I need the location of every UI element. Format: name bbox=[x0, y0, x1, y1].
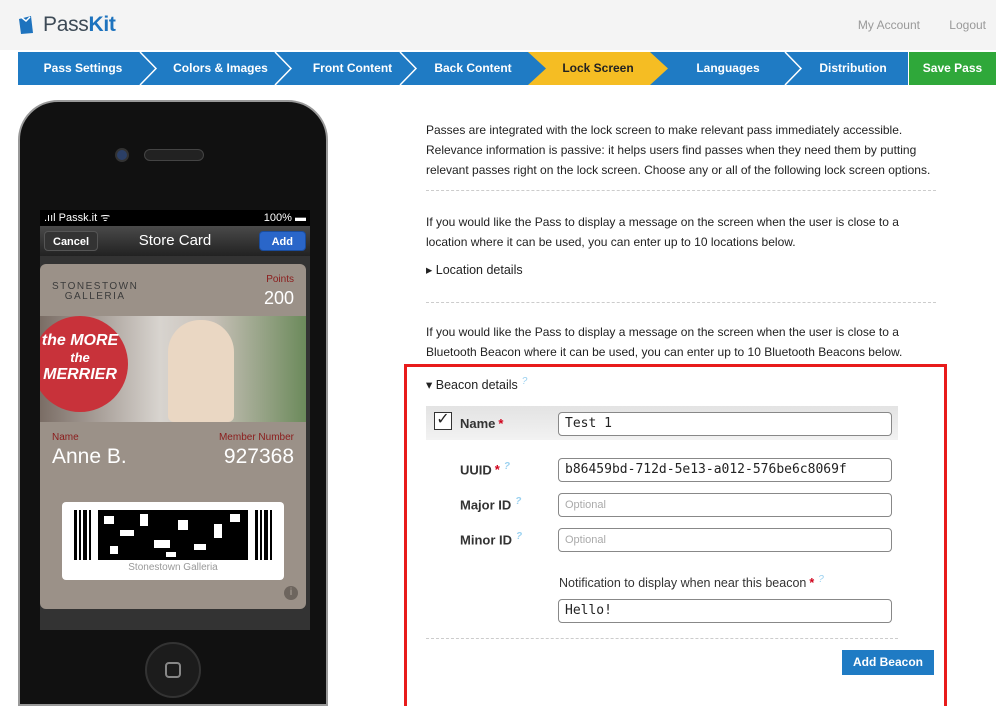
name-value: Anne B. bbox=[52, 445, 127, 468]
step-distribution[interactable]: Distribution bbox=[798, 52, 908, 85]
passkit-logo-icon bbox=[19, 16, 33, 34]
points-label: Points bbox=[266, 274, 294, 285]
beacon-description: If you would like the Pass to display a … bbox=[426, 325, 903, 359]
major-id-label: Major ID? bbox=[460, 496, 522, 513]
member-number-value: 927368 bbox=[223, 445, 294, 468]
battery-label: 100% ▬ bbox=[263, 212, 306, 224]
step-lock-screen[interactable]: Lock Screen bbox=[528, 52, 668, 85]
notification-input[interactable]: Hello! bbox=[558, 599, 892, 623]
home-button bbox=[145, 642, 201, 698]
camera-icon bbox=[115, 148, 129, 162]
location-description: If you would like the Pass to display a … bbox=[426, 215, 899, 249]
pass-strip-image: the MORE the MERRIER bbox=[40, 316, 306, 422]
wizard-steps: Pass Settings Colors & Images Front Cont… bbox=[18, 52, 908, 85]
step-colors-images[interactable]: Colors & Images bbox=[158, 52, 283, 85]
help-icon[interactable]: ? bbox=[515, 496, 521, 507]
uuid-input[interactable]: b86459bd-712d-5e13-a012-576be6c8069f bbox=[558, 458, 892, 482]
help-icon[interactable]: ? bbox=[522, 376, 528, 387]
add-beacon-button[interactable]: Add Beacon bbox=[842, 650, 934, 675]
add-button[interactable]: Add bbox=[258, 231, 306, 251]
my-account-link[interactable]: My Account bbox=[858, 18, 920, 32]
beacon-details-toggle[interactable]: ▾ Beacon details? bbox=[426, 376, 527, 392]
divider bbox=[426, 638, 898, 639]
logo-text: PassKit bbox=[43, 13, 116, 36]
notification-label: Notification to display when near this b… bbox=[559, 574, 824, 591]
uuid-label: UUID *? bbox=[460, 461, 510, 478]
member-number-label: Member Number bbox=[218, 432, 294, 443]
promo-badge: the MORE the MERRIER bbox=[40, 316, 128, 412]
divider bbox=[426, 302, 936, 303]
passkit-logo[interactable]: PassKit bbox=[18, 13, 116, 37]
minor-id-label: Minor ID? bbox=[460, 531, 523, 548]
save-pass-button[interactable]: Save Pass bbox=[909, 52, 996, 85]
step-languages[interactable]: Languages bbox=[668, 52, 788, 85]
carrier-label: .ııl Passk.it ᯤ bbox=[44, 212, 111, 224]
beacon-enabled-checkbox[interactable]: ✓ bbox=[434, 412, 452, 430]
points-value: 200 bbox=[263, 288, 294, 308]
help-icon[interactable]: ? bbox=[516, 531, 522, 542]
pass-brand: STONESTOWN GALLERIA bbox=[52, 281, 139, 302]
status-bar: .ııl Passk.it ᯤ 100% ▬ bbox=[40, 210, 310, 226]
step-separator-icon bbox=[399, 52, 418, 85]
beacon-name-input[interactable]: Test 1 bbox=[558, 412, 892, 436]
logout-link[interactable]: Logout bbox=[949, 18, 986, 32]
step-pass-settings[interactable]: Pass Settings bbox=[18, 52, 148, 85]
intro-text: Passes are integrated with the lock scre… bbox=[426, 123, 931, 177]
barcode-text: Stonestown Galleria bbox=[128, 562, 218, 573]
step-front-content[interactable]: Front Content bbox=[290, 52, 415, 85]
name-label: Name bbox=[52, 432, 79, 443]
home-square-icon bbox=[165, 662, 181, 678]
top-bar: PassKit My Account Logout bbox=[0, 0, 996, 50]
account-links: My Account Logout bbox=[832, 18, 986, 32]
step-back-content[interactable]: Back Content bbox=[418, 52, 528, 85]
phone-screen: .ııl Passk.it ᯤ 100% ▬ Cancel Store Card… bbox=[40, 210, 310, 630]
pass-nav-bar: Cancel Store Card Add bbox=[40, 226, 310, 256]
info-icon[interactable]: i bbox=[284, 586, 298, 600]
name-label: Name * bbox=[460, 416, 504, 431]
help-icon[interactable]: ? bbox=[504, 461, 510, 472]
model-photo bbox=[168, 320, 234, 422]
barcode: Stonestown Galleria bbox=[62, 502, 284, 580]
phone-preview: .ııl Passk.it ᯤ 100% ▬ Cancel Store Card… bbox=[18, 100, 328, 706]
divider bbox=[426, 190, 936, 191]
minor-id-input[interactable]: Optional bbox=[558, 528, 892, 552]
help-icon[interactable]: ? bbox=[818, 574, 824, 585]
major-id-input[interactable]: Optional bbox=[558, 493, 892, 517]
barcode-icon bbox=[74, 510, 272, 560]
speaker-icon bbox=[144, 149, 204, 161]
step-separator-icon bbox=[139, 52, 158, 85]
store-card-pass: STONESTOWN GALLERIA Points 200 the MORE t… bbox=[40, 264, 306, 609]
location-details-toggle[interactable]: ▸ Location details bbox=[426, 262, 523, 277]
